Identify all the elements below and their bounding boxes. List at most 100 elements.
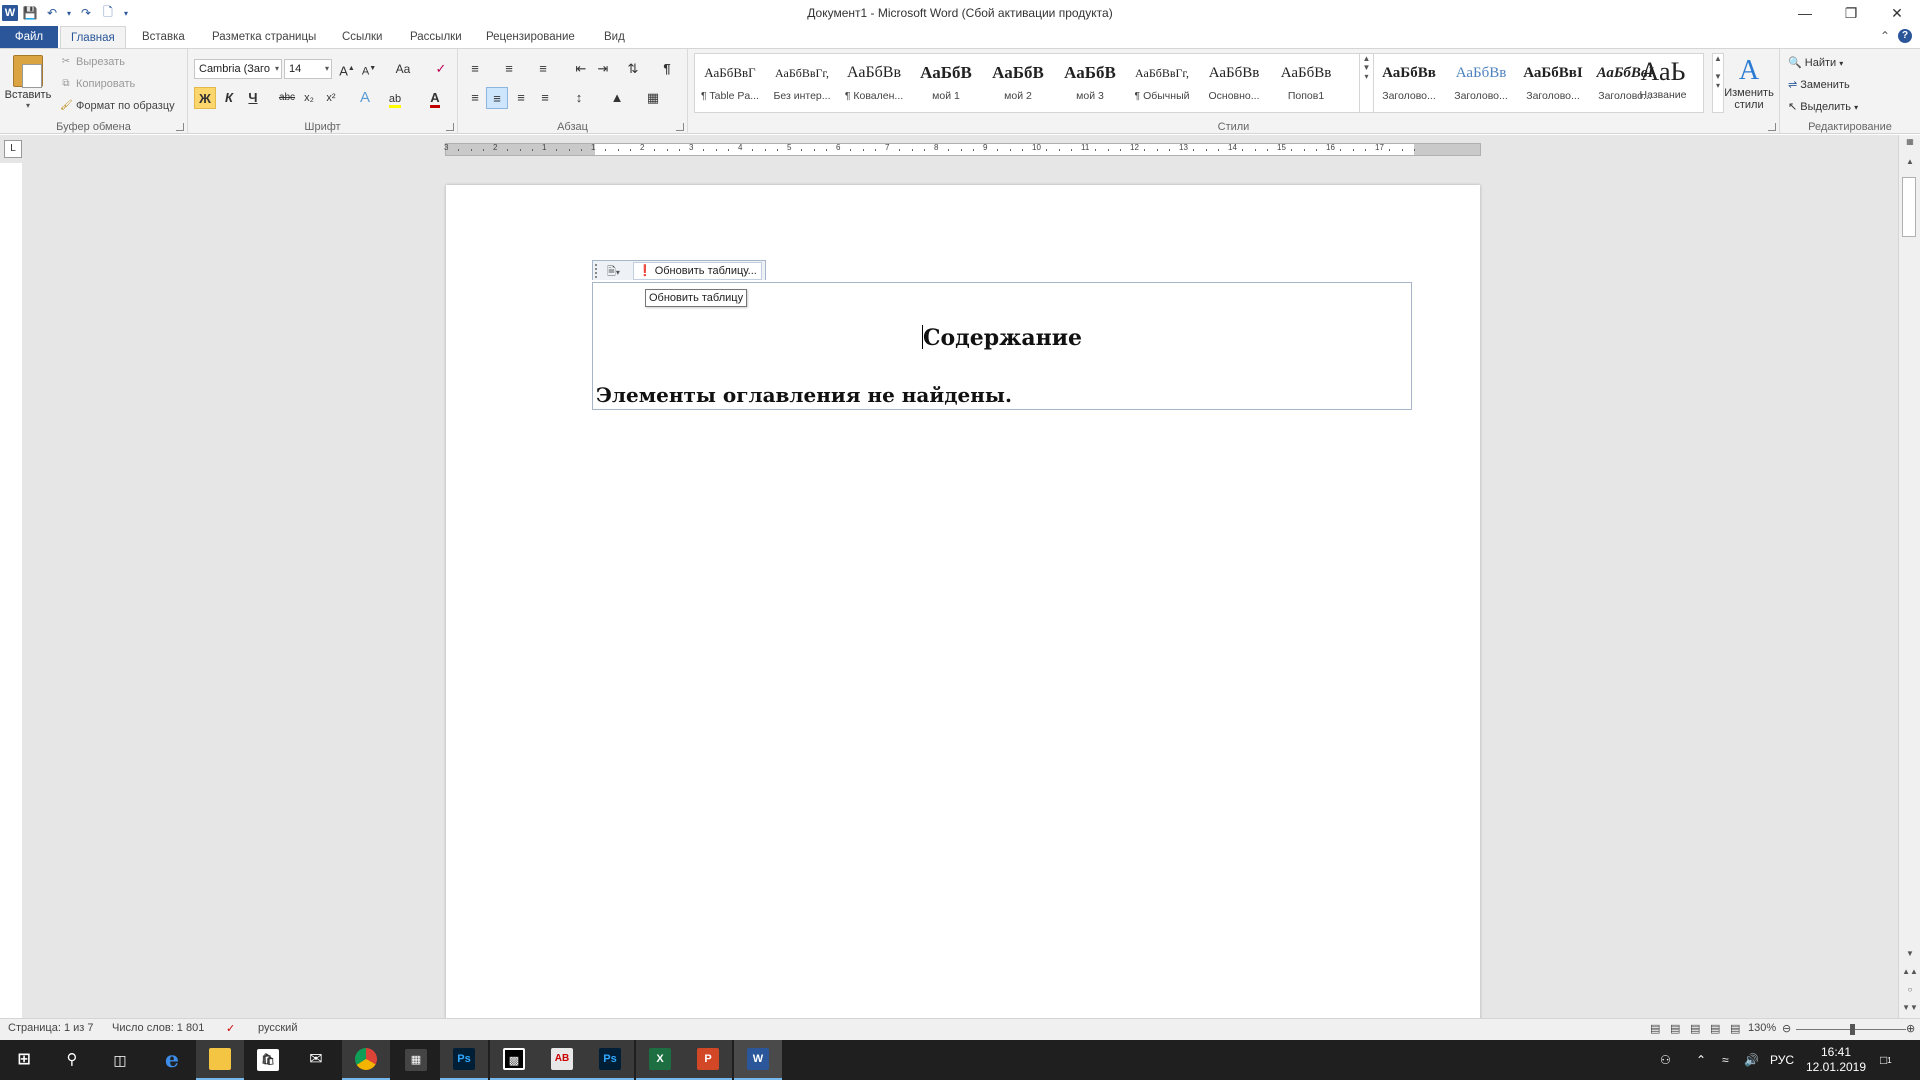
grow-font-button[interactable]: A▲ — [336, 58, 358, 80]
clock[interactable]: 16:41 12.01.2019 — [1806, 1040, 1866, 1080]
paste-dropdown-icon[interactable]: ▾ — [4, 101, 52, 110]
clear-formatting-button[interactable]: ✓ — [430, 58, 452, 80]
close-button[interactable]: ✕ — [1874, 0, 1920, 26]
powerpoint-icon[interactable]: P — [684, 1040, 732, 1080]
search-icon[interactable]: ⚲ — [48, 1040, 96, 1080]
style-moy-1[interactable]: АаБбВ мой 1 — [911, 56, 981, 110]
text-effects-button[interactable]: A — [354, 87, 376, 109]
select-button[interactable]: ↖ Выделить ▾ — [1788, 97, 1858, 117]
styles-launcher-icon[interactable] — [1768, 123, 1776, 131]
bold-button[interactable]: Ж — [194, 87, 216, 109]
minimize-ribbon-icon[interactable]: ⌃ — [1880, 29, 1890, 43]
change-styles-button[interactable]: A Изменить стили — [1722, 55, 1776, 115]
sort-button[interactable]: ⇅ — [622, 58, 644, 80]
store-icon[interactable]: 🛍 — [244, 1040, 292, 1080]
font-name-combo[interactable]: Cambria (Заго ▾ — [194, 59, 282, 79]
notifications-icon[interactable]: □ 1 — [1880, 1040, 1892, 1080]
drag-handle-icon[interactable] — [595, 263, 603, 278]
horizontal-ruler[interactable]: 3 2 1 1 2 3 4 5 6 7 8 9 10 11 12 13 14 15 16 17 — [444, 143, 1481, 156]
outline-view-icon[interactable]: ▤ — [1710, 1022, 1720, 1035]
print-layout-view-icon[interactable]: ▤ — [1650, 1022, 1660, 1035]
style-normal[interactable]: АаБбВвГг, ¶ Обычный — [1127, 56, 1197, 110]
document-page[interactable]: 🗎▾ ❗ Обновить таблицу... Обновить таблиц… — [446, 185, 1480, 1018]
abbyy-icon[interactable]: AB — [538, 1040, 586, 1080]
style-title[interactable]: АаЬ Название — [1628, 55, 1698, 109]
mail-icon[interactable]: ✉ — [292, 1040, 340, 1080]
superscript-button[interactable]: x² — [320, 87, 342, 109]
proofing-icon[interactable]: ✓ — [226, 1022, 235, 1035]
style-heading-2[interactable]: АаБбВв Заголово... — [1446, 56, 1516, 110]
word-count[interactable]: Число слов: 1 801 — [112, 1022, 204, 1034]
previous-page-icon[interactable]: ▲▲ — [1899, 967, 1920, 976]
photoshop-icon[interactable]: Ps — [440, 1040, 488, 1080]
excel-icon[interactable]: X — [636, 1040, 684, 1080]
line-spacing-button[interactable]: ↕ — [568, 87, 590, 109]
update-table-button[interactable]: ❗ Обновить таблицу... — [633, 261, 762, 280]
vertical-scrollbar[interactable]: ▦ ▲ ▼ ▲▲ ○ ▼▼ — [1898, 135, 1920, 1018]
style-body-text[interactable]: АаБбВв Основно... — [1199, 56, 1269, 110]
style-moy-2[interactable]: АаБбВ мой 2 — [983, 56, 1053, 110]
tab-view[interactable]: Вид — [594, 26, 635, 48]
restore-button[interactable]: ❐ — [1828, 0, 1874, 26]
align-right-button[interactable]: ≡ — [510, 87, 532, 109]
align-left-button[interactable]: ≡ — [464, 87, 486, 109]
zoom-slider[interactable] — [1796, 1024, 1906, 1035]
italic-button[interactable]: К — [218, 87, 240, 109]
draft-view-icon[interactable]: ▤ — [1730, 1022, 1740, 1035]
tab-insert[interactable]: Вставка — [132, 26, 195, 48]
align-center-button[interactable]: ≡ — [486, 87, 508, 109]
multilevel-list-button[interactable]: ≡ — [532, 58, 554, 80]
find-button[interactable]: 🔍 Найти ▾ — [1788, 53, 1843, 73]
ruler-toggle-icon[interactable]: ▦ — [1899, 137, 1920, 146]
style-no-spacing[interactable]: АаБбВвГг, Без интер... — [767, 56, 837, 110]
replace-button[interactable]: ⇌ Заменить — [1788, 75, 1850, 95]
bullets-button[interactable]: ≡ — [464, 58, 486, 80]
tab-references[interactable]: Ссылки — [332, 26, 393, 48]
style-moy-3[interactable]: АаБбВ мой 3 — [1055, 56, 1125, 110]
cut-button[interactable]: ✂ Вырезать — [60, 53, 125, 71]
show-formatting-button[interactable]: ¶ — [656, 58, 678, 80]
media-player-icon[interactable]: ▩ — [490, 1040, 538, 1080]
toc-empty-message[interactable]: Элементы оглавления не найдены. — [596, 383, 1012, 407]
calculator-icon[interactable]: ▦ — [392, 1040, 440, 1080]
paragraph-launcher-icon[interactable] — [676, 123, 684, 131]
toc-menu-button[interactable]: 🗎▾ — [607, 263, 631, 279]
volume-icon[interactable]: 🔊 — [1744, 1040, 1759, 1080]
web-layout-icon[interactable]: ▤ — [1690, 1022, 1700, 1035]
page-indicator[interactable]: Страница: 1 из 7 — [8, 1022, 94, 1034]
zoom-level[interactable]: 130% — [1748, 1022, 1776, 1034]
style-heading-3[interactable]: АаБбВвI Заголово... — [1518, 56, 1588, 110]
underline-button[interactable]: Ч — [242, 87, 264, 109]
tab-page-layout[interactable]: Разметка страницы — [202, 26, 326, 48]
font-color-button[interactable]: A — [424, 87, 446, 109]
style-kovalen[interactable]: АаБбВв ¶ Ковален... — [839, 56, 909, 110]
change-case-button[interactable]: Aa — [392, 58, 414, 80]
full-screen-reading-icon[interactable]: ▤ — [1670, 1022, 1680, 1035]
zoom-slider-knob[interactable] — [1850, 1024, 1855, 1035]
copy-button[interactable]: ⧉ Копировать — [60, 75, 135, 93]
style-heading-1[interactable]: АаБбВв Заголово... — [1374, 56, 1444, 110]
edge-icon[interactable]: e — [148, 1040, 196, 1080]
language-indicator[interactable]: русский — [258, 1022, 297, 1034]
decrease-indent-button[interactable]: ⇤ — [570, 58, 592, 80]
word-icon[interactable]: W — [734, 1040, 782, 1080]
highlight-button[interactable]: ab — [384, 87, 406, 109]
zoom-in-icon[interactable]: ⊕ — [1906, 1022, 1915, 1035]
tab-review[interactable]: Рецензирование — [476, 26, 585, 48]
scroll-down-icon[interactable]: ▼ — [1899, 949, 1920, 958]
strikethrough-button[interactable]: abc — [276, 87, 298, 109]
zoom-out-icon[interactable]: ⊖ — [1782, 1022, 1791, 1035]
minimize-button[interactable]: — — [1782, 0, 1828, 26]
task-view-icon[interactable]: ◫ — [96, 1040, 144, 1080]
subscript-button[interactable]: x₂ — [298, 87, 320, 109]
tab-home[interactable]: Главная — [60, 26, 126, 48]
clipboard-launcher-icon[interactable] — [176, 123, 184, 131]
toc-heading[interactable]: Содержание — [592, 325, 1412, 351]
styles-gallery-scroll[interactable]: ▲ ▼ ▾ — [1359, 54, 1373, 112]
shading-button[interactable]: ▲ — [606, 87, 628, 109]
file-explorer-icon[interactable] — [196, 1040, 244, 1080]
photoshop-2-icon[interactable]: Ps — [586, 1040, 634, 1080]
font-size-combo[interactable]: 14 ▾ — [284, 59, 332, 79]
increase-indent-button[interactable]: ⇥ — [592, 58, 614, 80]
next-page-icon[interactable]: ▼▼ — [1899, 1003, 1920, 1012]
